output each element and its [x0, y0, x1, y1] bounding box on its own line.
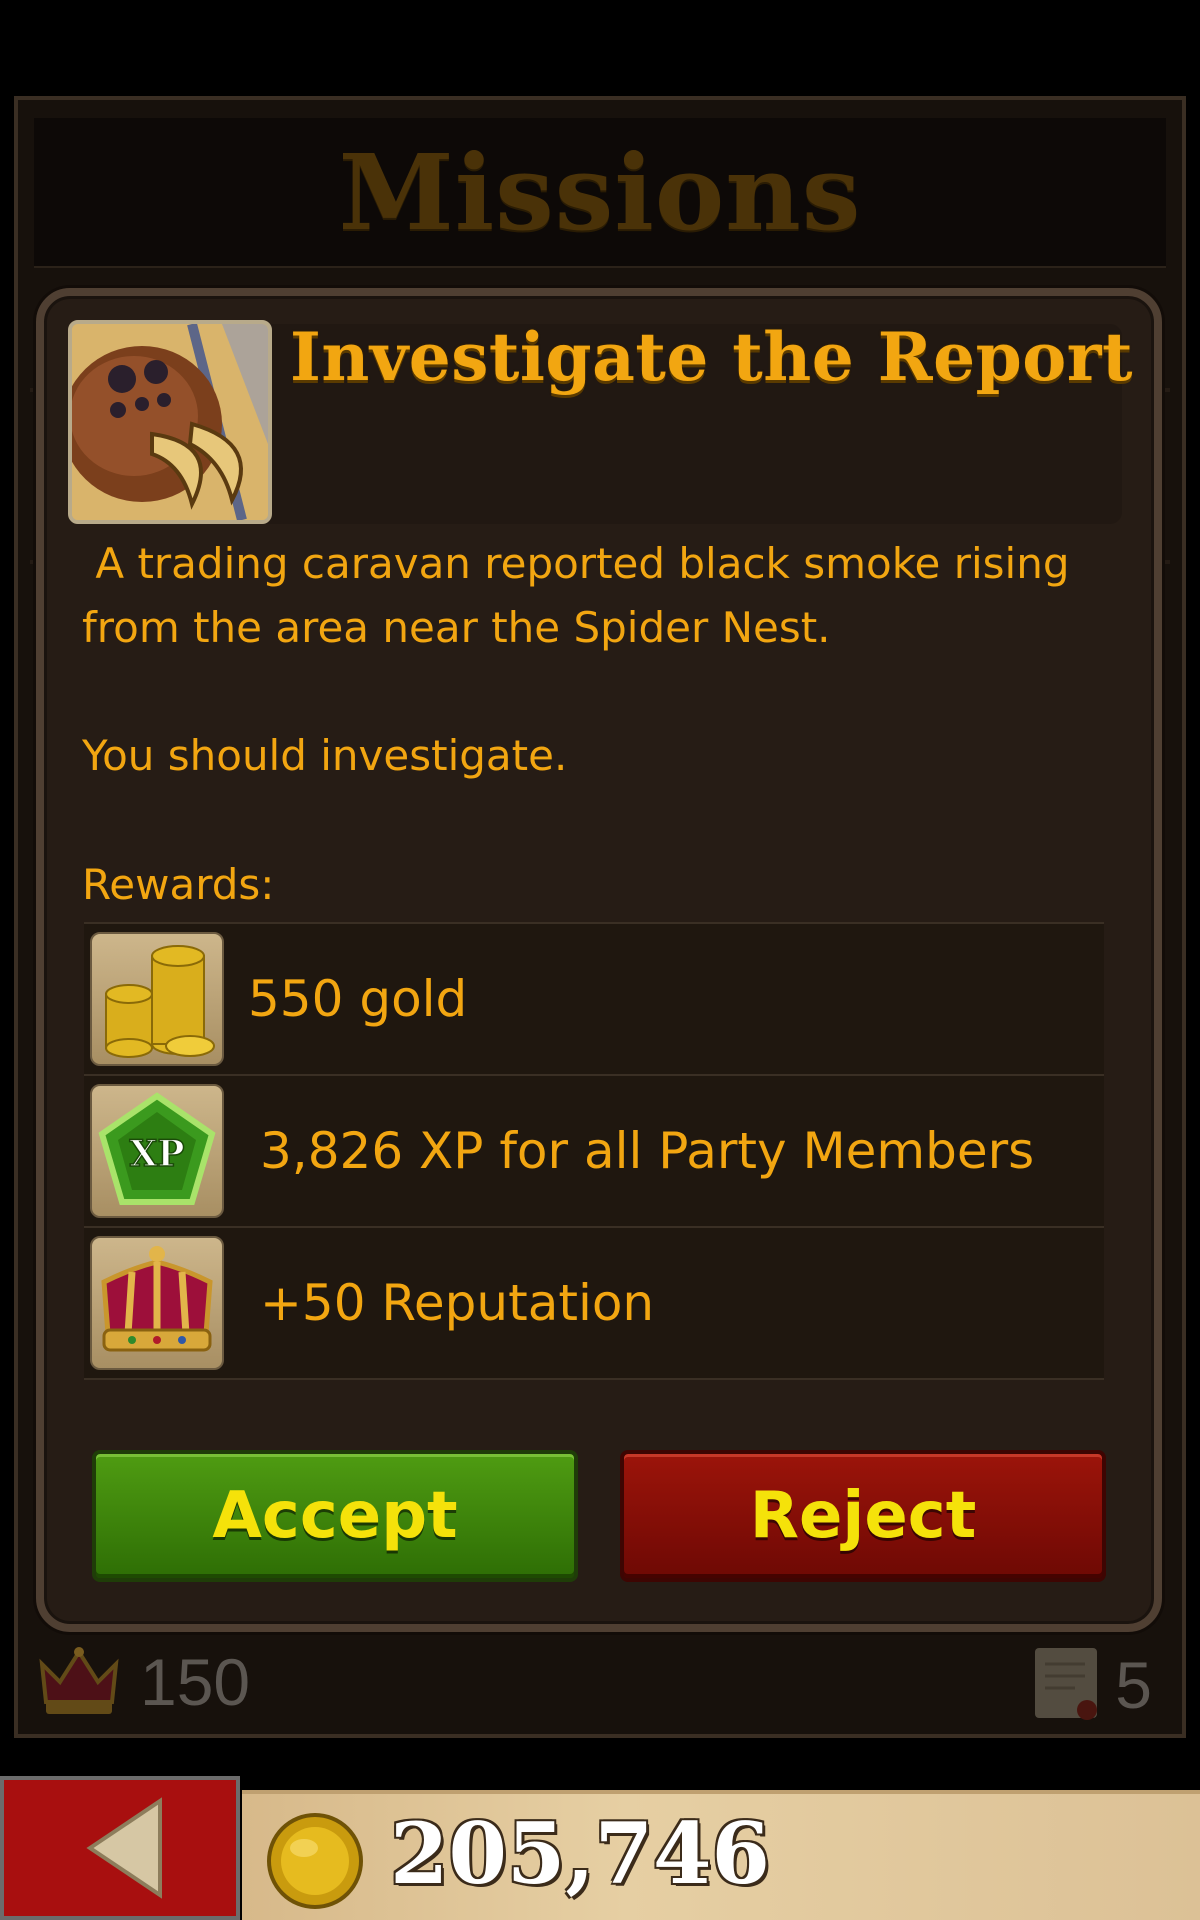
- missions-title: Missions: [338, 130, 862, 254]
- rewards-label: Rewards:: [82, 860, 275, 909]
- crown-icon: [101, 1246, 213, 1352]
- gold-amount: 205,746: [390, 1804, 770, 1903]
- description-paragraph: A trading caravan reported black smoke r…: [82, 539, 1083, 652]
- gold-coins-icon: [105, 945, 215, 1058]
- reward-icon-frame: [90, 1236, 224, 1370]
- svg-text:XP: XP: [129, 1133, 184, 1175]
- reward-row-xp: XP 3,826 XP for all Party Members: [84, 1074, 1104, 1226]
- reward-list: 550 gold XP 3,826 XP for all Party Membe…: [84, 922, 1104, 1380]
- xp-badge-icon: XP: [98, 1092, 216, 1205]
- back-arrow-icon: [86, 1797, 162, 1899]
- scroll-stat: 5: [1029, 1644, 1152, 1726]
- crown-icon: [39, 1647, 119, 1714]
- reward-icon-frame: XP: [90, 1084, 224, 1218]
- mission-stats-bar: 150 5: [30, 1630, 1170, 1740]
- reward-text-reputation: +50 Reputation: [260, 1274, 655, 1332]
- spider-portrait-icon: [72, 324, 268, 520]
- game-screen: Missions 150 5 Investigate the Report A …: [0, 0, 1200, 1920]
- back-button[interactable]: [0, 1776, 240, 1920]
- mission-description: A trading caravan reported black smoke r…: [82, 532, 1102, 788]
- missions-header: Missions: [34, 118, 1166, 268]
- scroll-count: 5: [1115, 1648, 1152, 1722]
- reject-button[interactable]: Reject: [620, 1450, 1106, 1582]
- reward-text-gold: 550 gold: [248, 970, 468, 1028]
- scroll-icon: [1035, 1648, 1098, 1720]
- reward-text-xp: 3,826 XP for all Party Members: [260, 1122, 1035, 1180]
- gold-balance-bar: 205,746: [242, 1790, 1200, 1920]
- reputation-count: 150: [140, 1645, 251, 1719]
- reward-row-gold: 550 gold: [84, 922, 1104, 1074]
- reward-icon-frame: [90, 932, 224, 1066]
- reward-row-reputation: +50 Reputation: [84, 1226, 1104, 1380]
- reputation-stat: 150: [38, 1642, 250, 1722]
- mission-title: Investigate the Report: [290, 318, 1133, 396]
- gold-coin-icon: [267, 1813, 363, 1909]
- mission-portrait: [68, 320, 272, 524]
- accept-button[interactable]: Accept: [92, 1450, 578, 1582]
- description-paragraph: You should investigate.: [82, 731, 568, 780]
